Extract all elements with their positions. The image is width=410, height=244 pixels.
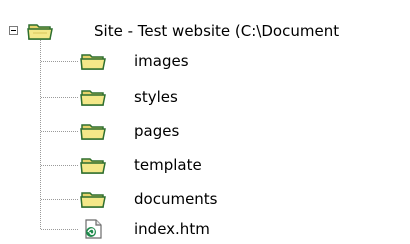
tree-connector [41, 199, 79, 200]
tree-connector [41, 97, 79, 98]
folder-open-icon [27, 24, 53, 40]
tree-connector [41, 165, 79, 166]
tree-item-label: images [134, 52, 189, 70]
folder-icon [80, 124, 106, 140]
tree-connector [41, 61, 79, 62]
site-files-tree: Site - Test website (C:\Document images … [0, 0, 410, 244]
tree-item-documents[interactable]: documents [0, 184, 260, 214]
tree-connector [41, 229, 79, 230]
tree-connector [41, 131, 79, 132]
folder-icon [80, 90, 106, 106]
tree-item-label: documents [134, 190, 218, 208]
tree-item-label: styles [134, 88, 178, 106]
tree-item-pages[interactable]: pages [0, 116, 260, 146]
collapse-toggle-icon[interactable] [9, 26, 18, 35]
tree-item-styles[interactable]: styles [0, 82, 260, 112]
tree-item-index-htm[interactable]: index.htm [0, 214, 260, 244]
folder-icon [80, 54, 106, 70]
html-file-icon [85, 219, 102, 239]
folder-icon [80, 192, 106, 208]
folder-icon [80, 158, 106, 174]
site-root-label: Site - Test website (C:\Document [94, 22, 340, 40]
tree-item-label: index.htm [134, 220, 210, 238]
tree-item-label: pages [134, 122, 180, 140]
tree-root-site[interactable]: Site - Test website (C:\Document [0, 16, 410, 46]
tree-item-images[interactable]: images [0, 46, 260, 76]
tree-item-template[interactable]: template [0, 150, 260, 180]
tree-item-label: template [134, 156, 202, 174]
